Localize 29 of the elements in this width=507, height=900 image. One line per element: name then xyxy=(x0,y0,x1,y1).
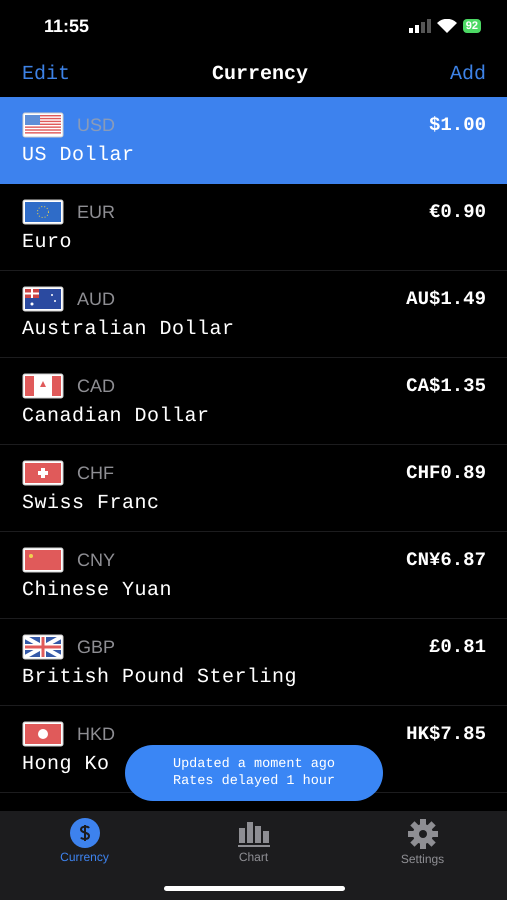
currency-name: Chinese Yuan xyxy=(22,579,172,602)
currency-code: CHF xyxy=(77,462,114,484)
toast-text: Rates delayed 1 hour xyxy=(172,773,336,790)
currency-amount: $1.00 xyxy=(428,114,486,136)
currency-code: CAD xyxy=(77,376,116,396)
currency-amount: £0.81 xyxy=(428,636,486,658)
currency-name: Australian Dollar xyxy=(22,318,235,341)
screen-title: Currency xyxy=(212,63,308,86)
currency-amount: AU$1.49 xyxy=(406,288,486,310)
status-time: 11:55 xyxy=(44,16,90,36)
currency-code: HKD xyxy=(77,724,116,744)
currency-code: EUR xyxy=(77,202,116,222)
currency-name: Canadian Dollar xyxy=(22,405,210,428)
toast-text: Updated a moment ago xyxy=(172,756,336,773)
currency-name: Euro xyxy=(22,231,72,254)
currency-code: USD xyxy=(77,114,116,136)
currency-code: GBP xyxy=(77,636,116,658)
battery-level: 92 xyxy=(462,19,481,33)
currency-amount: €0.90 xyxy=(428,201,486,223)
currency-amount: CHF0.89 xyxy=(406,462,486,484)
currency-name: US Dollar xyxy=(22,144,135,167)
currency-name: Hong Ko xyxy=(22,753,110,776)
currency-name: Swiss Franc xyxy=(22,492,160,515)
currency-code: AUD xyxy=(77,288,116,310)
currency-name: British Pound Sterling xyxy=(22,666,298,689)
currency-amount: CN¥6.87 xyxy=(406,549,486,571)
currency-code: CNY xyxy=(77,550,116,570)
currency-amount: CA$1.35 xyxy=(406,375,486,397)
currency-amount: HK$7.85 xyxy=(406,723,486,745)
